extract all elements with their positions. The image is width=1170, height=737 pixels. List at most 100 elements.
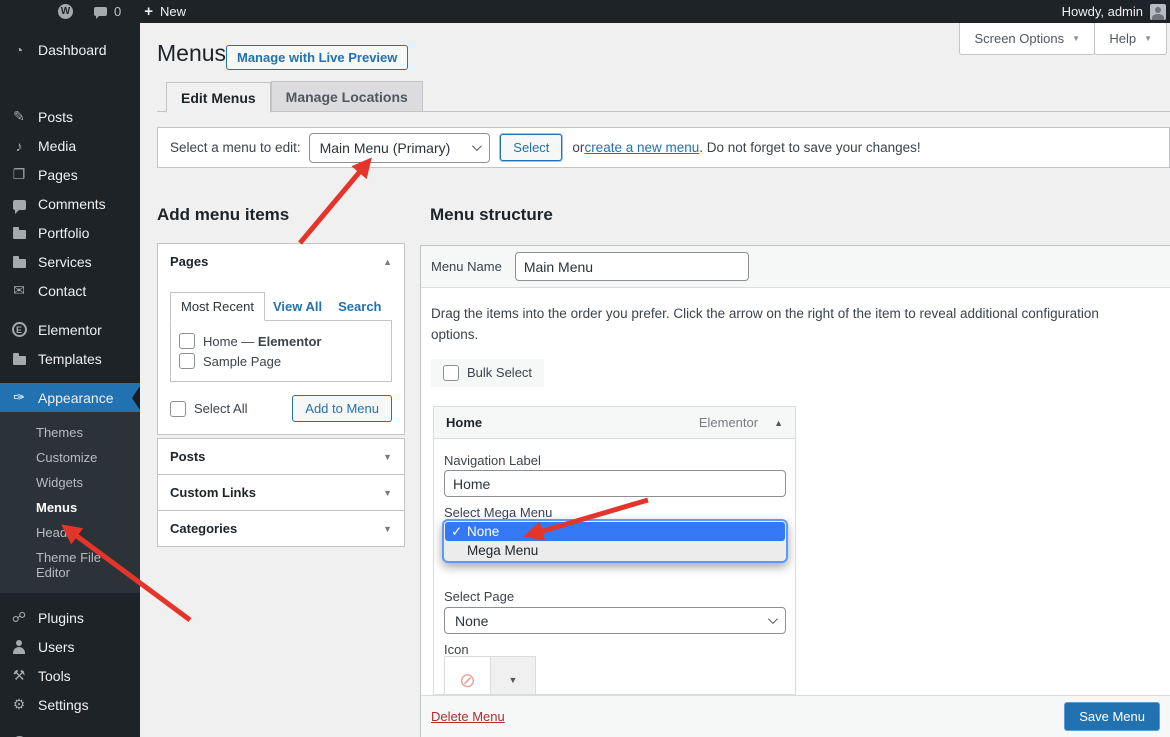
select-menu-label: Select a menu to edit: — [170, 140, 301, 155]
howdy-text[interactable]: Howdy, admin — [1062, 4, 1143, 19]
pages-inner-tabs: Most Recent View All Search — [170, 292, 392, 320]
sidebar-item-contact[interactable]: ✉ Contact — [0, 276, 140, 305]
submenu-item-header[interactable]: Header — [0, 520, 140, 545]
admin-bar-new[interactable]: New — [160, 4, 186, 19]
pages-panel: Pages ▲ Most Recent View All Search Home… — [157, 243, 405, 435]
submenu-item-themes[interactable]: Themes — [0, 420, 140, 445]
sidebar-label: Settings — [38, 697, 89, 713]
drag-instructions: Drag the items into the order you prefer… — [421, 288, 1131, 346]
checkbox-home[interactable] — [179, 333, 195, 349]
sidebar-item-pages[interactable]: ❐ Pages — [0, 160, 140, 189]
option-none[interactable]: ✓ None — [445, 522, 785, 541]
sidebar-label: Pages — [38, 167, 78, 183]
tab-view-all[interactable]: View All — [265, 293, 330, 320]
manage-live-preview-button[interactable]: Manage with Live Preview — [226, 45, 408, 70]
icon-picker: ⊘ ▼ — [444, 656, 536, 695]
sidebar-label: Appearance — [38, 390, 114, 406]
admin-bar: W 0 + New Howdy, admin — [0, 0, 1170, 23]
collapse-icon[interactable]: ▲ — [383, 257, 392, 267]
user-avatar[interactable] — [1150, 4, 1166, 20]
menu-name-label: Menu Name — [431, 259, 502, 274]
checkbox-bulk-select[interactable] — [443, 365, 459, 381]
select-page-value: None — [455, 613, 488, 629]
custom-links-panel-header[interactable]: Custom Links ▼ — [158, 475, 404, 510]
option-mega-menu[interactable]: Mega Menu — [445, 541, 785, 560]
navigation-label-input[interactable] — [444, 470, 786, 497]
no-icon-button[interactable]: ⊘ — [445, 657, 491, 695]
sidebar-item-tools[interactable]: ⚒ Tools — [0, 661, 140, 690]
select-page-dropdown[interactable]: None — [444, 607, 786, 634]
sidebar-item-dashboard[interactable]: ◔ Dashboard — [0, 35, 140, 64]
sidebar-item-settings[interactable]: ⚙ Settings — [0, 690, 140, 719]
select-menu-bar: Select a menu to edit: Main Menu (Primar… — [157, 127, 1170, 168]
comments-bubble-icon[interactable] — [94, 7, 107, 16]
sidebar-label: Services — [38, 254, 92, 270]
menu-structure-box: Menu Name Drag the items into the order … — [420, 245, 1170, 737]
sidebar-item-posts[interactable]: ✎ Posts — [0, 102, 140, 131]
sidebar-item-services[interactable]: Services — [0, 247, 140, 276]
menu-item-header[interactable]: Home Elementor ▲ — [434, 407, 795, 439]
screen-options-label: Screen Options — [974, 31, 1064, 46]
contact-icon: ✉ — [10, 282, 28, 299]
posts-panel-title: Posts — [170, 449, 205, 464]
submenu-item-customize[interactable]: Customize — [0, 445, 140, 470]
menu-name-row: Menu Name — [421, 246, 1170, 288]
icon-picker-dropdown[interactable]: ▼ — [491, 657, 535, 695]
submenu-item-theme-file-editor[interactable]: Theme File Editor — [0, 545, 140, 585]
custom-links-panel-title: Custom Links — [170, 485, 256, 500]
services-icon — [10, 256, 28, 268]
chevron-down-icon — [768, 614, 778, 624]
menu-select-dropdown[interactable]: Main Menu (Primary) — [309, 133, 491, 163]
sidebar-item-mc4wp[interactable]: M MC4WP — [0, 729, 140, 737]
create-new-menu-link[interactable]: create a new menu — [584, 140, 699, 155]
add-menu-items-heading: Add menu items — [157, 205, 405, 225]
sidebar-item-plugins[interactable]: ☍ Plugins — [0, 603, 140, 632]
sidebar-item-comments[interactable]: Comments — [0, 189, 140, 218]
checkbox-select-all[interactable] — [170, 401, 186, 417]
select-mega-menu-label: Select Mega Menu — [444, 505, 552, 520]
collapse-item-icon[interactable]: ▲ — [774, 418, 783, 428]
posts-panel-header[interactable]: Posts ▼ — [158, 439, 404, 474]
check-icon: ✓ — [451, 524, 467, 540]
expand-icon[interactable]: ▼ — [383, 524, 392, 534]
categories-panel-header[interactable]: Categories ▼ — [158, 511, 404, 546]
comment-count[interactable]: 0 — [114, 4, 121, 19]
tab-edit-menus[interactable]: Edit Menus — [166, 82, 271, 113]
submenu-item-widgets[interactable]: Widgets — [0, 470, 140, 495]
page-checkbox-row: Home — Elementor — [179, 331, 383, 351]
new-plus-icon[interactable]: + — [144, 3, 153, 20]
sidebar-item-users[interactable]: Users — [0, 632, 140, 661]
wordpress-logo-icon[interactable]: W — [58, 4, 73, 19]
sidebar-label: Templates — [38, 351, 102, 367]
screen-options-button[interactable]: Screen Options ▼ — [959, 23, 1095, 55]
mega-menu-dropdown-open: ✓ None Mega Menu — [442, 519, 788, 563]
bulk-select-row: Bulk Select — [431, 359, 544, 387]
or-text: or — [572, 140, 584, 155]
sidebar-item-templates[interactable]: Templates — [0, 344, 140, 373]
sidebar-item-portfolio[interactable]: Portfolio — [0, 218, 140, 247]
pages-panel-header[interactable]: Pages ▲ — [158, 244, 404, 279]
menu-name-input[interactable] — [515, 252, 749, 281]
select-button[interactable]: Select — [500, 134, 562, 161]
expand-icon[interactable]: ▼ — [383, 452, 392, 462]
sidebar-item-media[interactable]: ♪ Media — [0, 131, 140, 160]
save-menu-button[interactable]: Save Menu — [1064, 702, 1160, 731]
sidebar-item-elementor[interactable]: E Elementor — [0, 315, 140, 344]
tab-manage-locations[interactable]: Manage Locations — [271, 81, 423, 112]
expand-icon[interactable]: ▼ — [383, 488, 392, 498]
sidebar-item-appearance[interactable]: ✑ Appearance — [0, 383, 140, 412]
delete-menu-link[interactable]: Delete Menu — [431, 709, 505, 724]
most-recent-panel: Home — Elementor Sample Page — [170, 320, 392, 382]
media-icon: ♪ — [10, 138, 28, 154]
submenu-item-menus[interactable]: Menus — [0, 495, 140, 520]
chevron-down-icon: ▼ — [1144, 34, 1152, 43]
add-to-menu-button[interactable]: Add to Menu — [292, 395, 392, 422]
select-all-row: Select All — [170, 399, 247, 419]
tab-most-recent[interactable]: Most Recent — [170, 292, 265, 321]
help-button[interactable]: Help ▼ — [1094, 23, 1167, 55]
tab-search[interactable]: Search — [330, 293, 389, 320]
option-label: None — [467, 524, 499, 539]
sidebar-label: Contact — [38, 283, 86, 299]
menu-structure-footer: Delete Menu Save Menu — [421, 695, 1170, 737]
checkbox-sample-page[interactable] — [179, 353, 195, 369]
